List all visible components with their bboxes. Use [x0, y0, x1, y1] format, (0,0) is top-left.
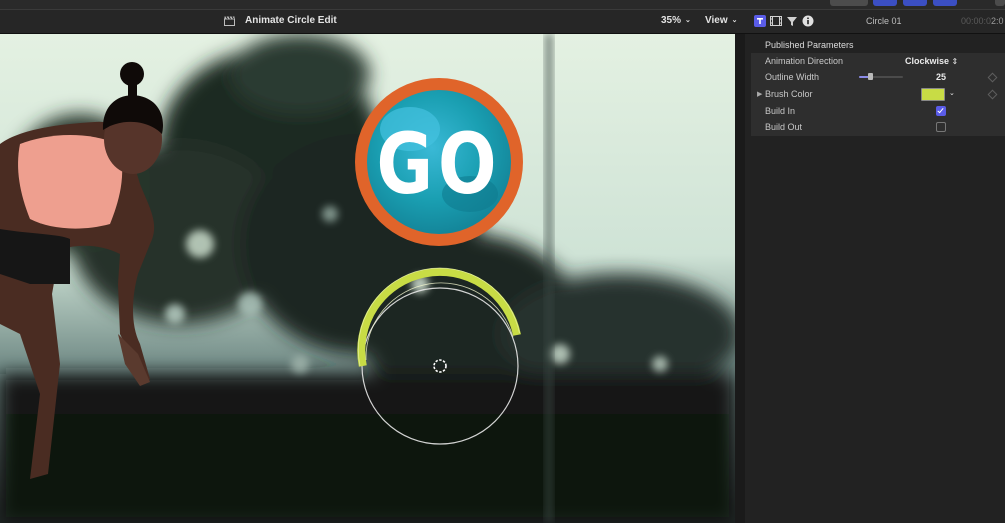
popup-arrows-icon: ⇕: [951, 57, 959, 66]
timecode-suffix: 2:0: [991, 16, 1004, 26]
outline-width-value[interactable]: 25: [936, 72, 946, 82]
toolbar-button[interactable]: [873, 0, 897, 6]
keyframe-icon[interactable]: [987, 72, 998, 83]
badge-text: GO: [377, 116, 502, 213]
zoom-level-value: 35%: [661, 15, 682, 26]
disclosure-triangle-icon[interactable]: ▶: [757, 90, 762, 98]
chevron-down-icon: ⌄: [731, 17, 738, 24]
inspector-title: Circle 01: [866, 16, 902, 26]
viewer-header: Animate Circle Edit 35% ⌄ View ⌄: [0, 10, 745, 34]
panel-divider[interactable]: [735, 34, 745, 523]
outline-width-slider[interactable]: [859, 73, 903, 80]
parameters-list: Animation Direction Clockwise ⇕ Outline …: [751, 53, 1005, 136]
chevron-down-icon[interactable]: ⌄: [949, 89, 955, 97]
param-label: Outline Width: [765, 72, 820, 82]
chevron-down-icon: ⌄: [685, 17, 691, 24]
build-in-checkbox[interactable]: [936, 106, 946, 116]
toolbar-button[interactable]: [830, 0, 868, 6]
published-parameters-heading: Published Parameters: [765, 40, 854, 50]
animation-direction-value: Clockwise: [905, 56, 950, 66]
inspector-timecode: 00:00:02:0: [961, 16, 1004, 26]
toolbar-button[interactable]: [933, 0, 957, 6]
build-out-checkbox[interactable]: [936, 122, 946, 132]
viewer-title: Animate Circle Edit: [245, 15, 337, 26]
keyframe-icon[interactable]: [987, 89, 998, 100]
light-pole: [545, 34, 553, 523]
param-row-animation-direction: Animation Direction Clockwise ⇕: [751, 53, 1005, 69]
timecode-prefix: 00:00:0: [961, 16, 992, 26]
view-menu[interactable]: View ⌄: [705, 15, 737, 26]
param-row-build-out: Build Out: [751, 119, 1005, 135]
zoom-level-menu[interactable]: 35% ⌄: [661, 15, 691, 26]
toolbar-button[interactable]: [995, 0, 1005, 6]
toolbar-button[interactable]: [903, 0, 927, 6]
param-label: Build Out: [765, 122, 803, 132]
animation-direction-popup[interactable]: Clockwise ⇕: [905, 56, 958, 66]
go-badge: GO: [355, 78, 523, 246]
inspector-header: Circle 01 00:00:02:0: [745, 10, 1005, 34]
video-viewer[interactable]: GO: [0, 34, 735, 523]
param-label: Brush Color: [765, 89, 813, 99]
slider-knob[interactable]: [868, 73, 873, 80]
video-inspector-icon[interactable]: [770, 15, 782, 27]
brush-color-swatch[interactable]: [921, 88, 945, 101]
param-row-build-in: Build In: [751, 103, 1005, 119]
view-menu-label: View: [705, 15, 728, 26]
info-icon[interactable]: [802, 15, 814, 27]
title-inspector-icon[interactable]: [754, 15, 766, 27]
top-toolbar-strip: [0, 0, 1005, 10]
param-row-outline-width: Outline Width 25: [751, 69, 1005, 85]
clapperboard-icon: [224, 16, 235, 26]
inspector-panel: Circle 01 00:00:02:0 Published Parameter…: [745, 10, 1005, 523]
param-row-brush-color: ▶ Brush Color ⌄: [751, 86, 1005, 102]
filter-icon[interactable]: [786, 15, 798, 27]
video-frame: GO: [0, 34, 735, 523]
param-label: Build In: [765, 106, 796, 116]
param-label: Animation Direction: [765, 56, 844, 66]
